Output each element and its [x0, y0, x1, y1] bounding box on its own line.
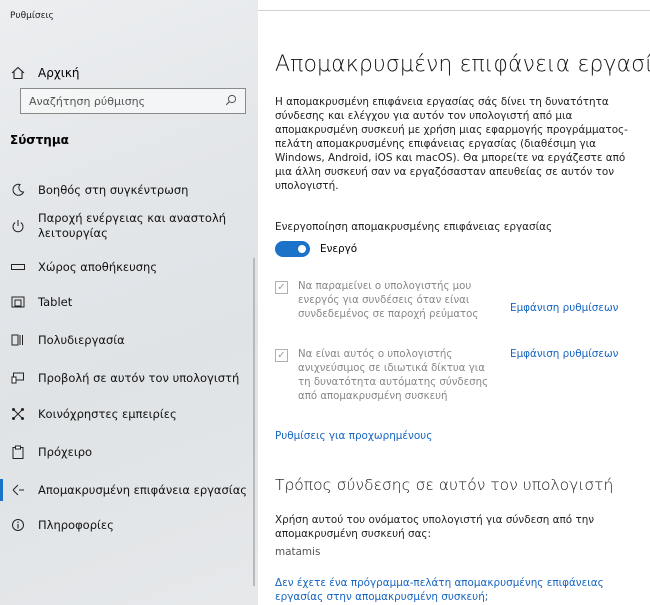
page-title: Απομακρυσμένη επιφάνεια εργασίας: [275, 52, 650, 77]
sidebar-item-focus-assist[interactable]: Βοηθός στη συγκέντρωση: [8, 181, 253, 199]
sidebar-item-label: Πολυδιεργασία: [38, 332, 125, 347]
shared-experiences-icon: [8, 405, 28, 423]
enable-remote-desktop-toggle-row[interactable]: Ενεργό: [275, 241, 357, 257]
projection-icon: [8, 369, 28, 387]
how-to-connect-description: Χρήση αυτού του ονόματος υπολογιστή για …: [275, 514, 595, 540]
sidebar-item-label: Βοηθός στη συγκέντρωση: [38, 182, 189, 197]
sidebar-item-multitasking[interactable]: Πολυδιεργασία: [8, 331, 253, 349]
sidebar-item-label: Παροχή ενέργειας και αναστολή λειτουργία…: [38, 211, 227, 240]
no-client-link[interactable]: Δεν έχετε ένα πρόγραμμα-πελάτη απομακρυσ…: [275, 576, 635, 604]
moon-icon: [8, 181, 28, 199]
search-input[interactable]: Αναζήτηση ρύθμισης: [29, 95, 225, 108]
how-to-connect-title: Τρόπος σύνδεσης σε αυτόν τον υπολογιστή: [275, 476, 614, 494]
keep-awake-checkbox[interactable]: ✓: [275, 281, 288, 294]
sidebar-item-about[interactable]: Πληροφορίες: [8, 516, 253, 534]
multitasking-icon: [8, 331, 28, 349]
sidebar-item-label: Tablet: [38, 294, 73, 309]
home-icon: [8, 64, 28, 82]
toggle-state-label: Ενεργό: [320, 243, 358, 255]
sidebar-item-label: Απομακρυσμένη επιφάνεια εργασίας: [38, 482, 248, 497]
sidebar-item-projecting[interactable]: Προβολή σε αυτόν τον υπολογιστή: [8, 369, 253, 387]
info-icon: [8, 516, 28, 534]
home-label: Αρχική: [38, 66, 80, 80]
power-icon: [8, 217, 28, 235]
keep-awake-text: Να παραμείνει ο υπολογιστής μου ενεργός …: [298, 281, 479, 320]
sidebar-item-label: Πληροφορίες: [38, 517, 114, 532]
discoverable-show-settings-link[interactable]: Εμφάνιση ρυθμίσεων: [510, 348, 618, 360]
sidebar-item-shared-experiences[interactable]: Κοινόχρηστες εμπειρίες: [8, 405, 253, 423]
home-nav-item[interactable]: Αρχική: [8, 60, 248, 86]
pc-name: matamis: [275, 546, 321, 558]
sidebar: Ρυθμίσεις Αρχική Αναζήτηση ρύθμισης Σύστ…: [0, 0, 258, 605]
sidebar-item-tablet[interactable]: Tablet: [8, 293, 253, 311]
settings-search-box[interactable]: Αναζήτηση ρύθμισης: [20, 88, 246, 114]
sidebar-scrollbar[interactable]: [253, 258, 255, 586]
app-title: Ρυθμίσεις: [10, 11, 54, 21]
keep-awake-show-settings-link[interactable]: Εμφάνιση ρυθμίσεων: [510, 302, 618, 314]
enable-remote-desktop-label: Ενεργοποίηση απομακρυσμένης επιφάνειας ε…: [275, 221, 553, 233]
advanced-settings-link[interactable]: Ρυθμίσεις για προχωρημένους: [275, 430, 432, 442]
sidebar-item-power-sleep[interactable]: Παροχή ενέργειας και αναστολή λειτουργία…: [8, 211, 253, 241]
page-description: Η απομακρυσμένη επιφάνεια εργασίας σάς δ…: [275, 96, 628, 192]
storage-icon: [8, 258, 28, 276]
sidebar-item-label: Πρόχειρο: [38, 444, 93, 459]
tablet-icon: [8, 293, 28, 311]
sidebar-item-clipboard[interactable]: Πρόχειρο: [8, 443, 253, 461]
keep-awake-option: ✓ Να παραμείνει ο υπολογιστής μου ενεργό…: [275, 280, 498, 322]
section-title: Σύστημα: [10, 133, 69, 147]
discoverable-text: Να είναι αυτός ο υπολογιστής ανιχνεύσιμο…: [298, 349, 489, 402]
discoverable-checkbox[interactable]: ✓: [275, 349, 288, 362]
clipboard-icon: [8, 443, 28, 461]
remote-desktop-icon: [8, 481, 28, 499]
main-content: Απομακρυσμένη επιφάνεια εργασίας Η απομα…: [258, 0, 650, 605]
sidebar-item-label: Κοινόχρηστες εμπειρίες: [38, 406, 177, 421]
sidebar-item-storage[interactable]: Χώρος αποθήκευσης: [8, 258, 253, 276]
search-icon[interactable]: [225, 94, 237, 109]
discoverable-option: ✓ Να είναι αυτός ο υπολογιστής ανιχνεύσι…: [275, 348, 498, 404]
sidebar-item-label: Προβολή σε αυτόν τον υπολογιστή: [38, 370, 240, 385]
enable-remote-desktop-toggle[interactable]: [275, 241, 310, 257]
sidebar-item-remote-desktop[interactable]: Απομακρυσμένη επιφάνεια εργασίας: [8, 481, 253, 499]
sidebar-item-label: Χώρος αποθήκευσης: [38, 259, 158, 274]
